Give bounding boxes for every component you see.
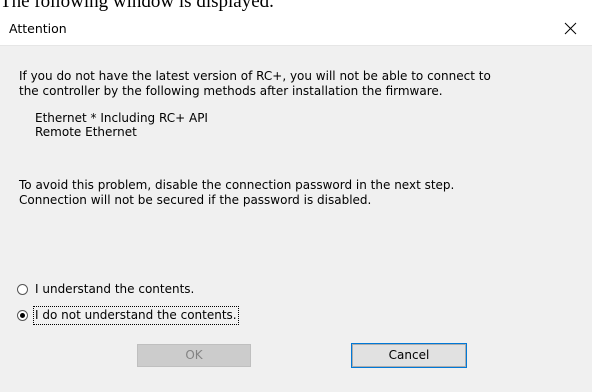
option-not-understand-label: I do not understand the contents.	[33, 306, 239, 325]
document-caption: The following window is displayed.	[0, 0, 274, 12]
close-button[interactable]	[552, 13, 592, 45]
ok-button[interactable]: OK	[137, 344, 251, 367]
option-understand[interactable]: I understand the contents.	[17, 281, 194, 298]
radio-button-not-understand[interactable]	[17, 310, 28, 321]
radio-selected-dot	[20, 313, 25, 318]
option-not-understand[interactable]: I do not understand the contents.	[17, 306, 239, 325]
message-line-4: Connection will not be secured if the pa…	[19, 193, 372, 207]
title-bar[interactable]: Attention	[0, 13, 592, 46]
method-remote-ethernet: Remote Ethernet	[35, 125, 137, 139]
radio-button-understand[interactable]	[17, 284, 28, 295]
option-understand-label: I understand the contents.	[35, 282, 195, 296]
message-line-1: If you do not have the latest version of…	[19, 69, 491, 83]
close-icon	[564, 22, 577, 35]
cancel-button[interactable]: Cancel	[351, 343, 467, 368]
message-line-3: To avoid this problem, disable the conne…	[19, 178, 455, 192]
dialog-title: Attention	[9, 21, 67, 36]
method-ethernet: Ethernet * Including RC+ API	[35, 111, 208, 125]
attention-dialog: Attention If you do not have the latest …	[0, 13, 592, 392]
message-line-2: the controller by the following methods …	[19, 84, 443, 98]
